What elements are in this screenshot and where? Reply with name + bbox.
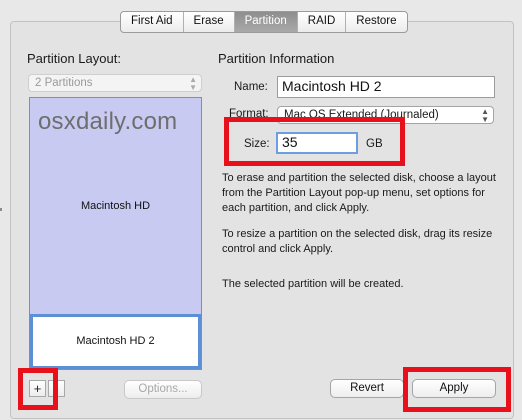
- add-button-highlight-box: [18, 368, 58, 410]
- partition-map: Macintosh HD Macintosh HD 2: [29, 97, 202, 370]
- select-arrows-icon: ▲ ▼: [481, 107, 489, 124]
- partition-label: Macintosh HD: [80, 200, 151, 212]
- apply-button-highlight-box: [403, 367, 511, 412]
- tab-raid[interactable]: RAID: [298, 12, 347, 32]
- revert-button[interactable]: Revert: [330, 379, 404, 398]
- partition-label: Macintosh HD 2: [76, 335, 155, 347]
- status-message: The selected partition will be created.: [222, 278, 404, 290]
- tab-first-aid[interactable]: First Aid: [121, 12, 184, 32]
- partition-layout-title: Partition Layout:: [27, 51, 121, 66]
- tab-erase[interactable]: Erase: [184, 12, 235, 32]
- tab-partition[interactable]: Partition: [234, 12, 298, 32]
- partition-block-macintosh-hd-2[interactable]: Macintosh HD 2: [30, 314, 201, 369]
- tab-bar: First Aid Erase Partition RAID Restore: [120, 11, 408, 33]
- select-arrows-icon: ▲ ▼: [189, 75, 197, 92]
- partition-layout-select-value: 2 Partitions: [35, 77, 93, 89]
- options-button[interactable]: Options...: [124, 380, 202, 399]
- name-label: Name:: [234, 81, 268, 93]
- instructions-erase: To erase and partition the selected disk…: [222, 172, 496, 214]
- watermark: osxdaily.com: [38, 108, 178, 135]
- window-edge-mark: [0, 208, 2, 211]
- tab-restore[interactable]: Restore: [346, 12, 406, 32]
- name-field[interactable]: Macintosh HD 2: [277, 76, 495, 98]
- size-highlight-box: [224, 117, 405, 166]
- partition-information-title: Partition Information: [218, 51, 335, 66]
- instructions-resize: To resize a partition on the selected di…: [222, 228, 493, 255]
- partition-layout-select[interactable]: 2 Partitions ▲ ▼: [28, 74, 202, 92]
